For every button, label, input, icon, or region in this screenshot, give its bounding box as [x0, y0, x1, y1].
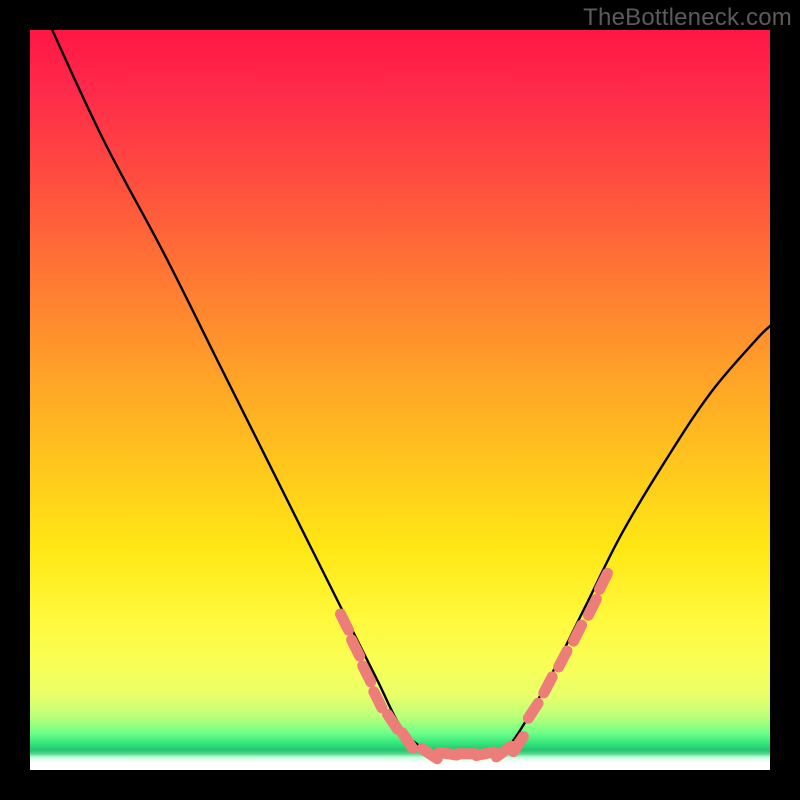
marker-tick — [600, 573, 608, 589]
marker-tick — [544, 677, 552, 693]
plot-area — [30, 30, 770, 770]
marker-tick — [528, 703, 538, 718]
marker-tick — [341, 614, 349, 630]
marker-tick — [352, 640, 360, 656]
marker-tick — [374, 692, 382, 708]
watermark-text: TheBottleneck.com — [583, 4, 792, 32]
marker-tick — [588, 599, 596, 615]
marker-tick — [574, 625, 582, 641]
marker-tick — [363, 666, 371, 682]
marker-tick — [559, 651, 567, 667]
marker-layer — [341, 573, 608, 758]
chart-stage: TheBottleneck.com — [0, 0, 800, 800]
curve-path — [52, 30, 770, 756]
marker-tick — [402, 733, 412, 748]
chart-svg — [30, 30, 770, 770]
